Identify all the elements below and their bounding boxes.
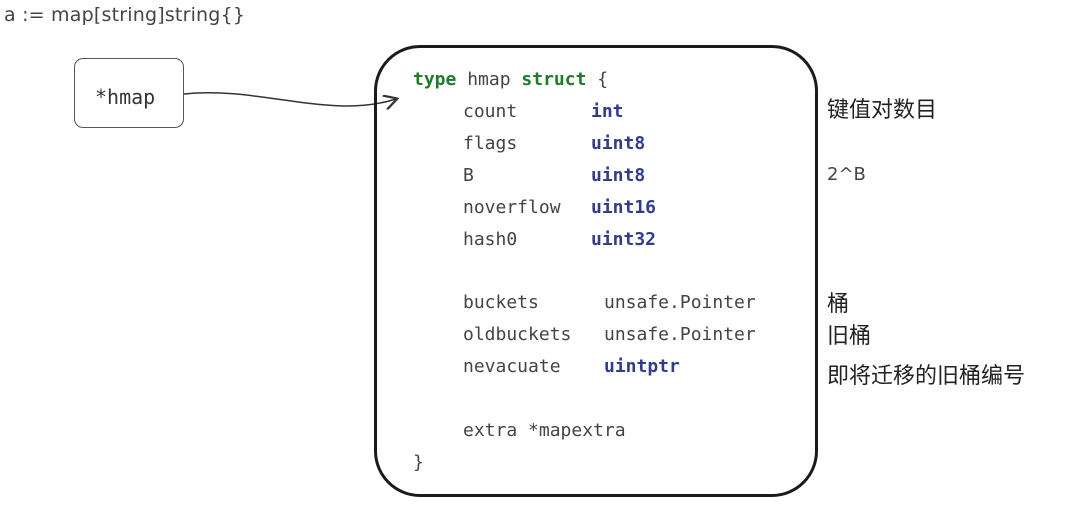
- field-type-flags: uint8: [591, 133, 646, 154]
- field-type-extra: *mapextra: [528, 420, 626, 441]
- annotation-b: 2^B: [827, 164, 866, 185]
- field-name-nevacuate: nevacuate: [463, 356, 561, 377]
- field-name-oldbuckets: oldbuckets: [463, 324, 572, 345]
- field-type-hash0: uint32: [591, 229, 657, 250]
- field-extra: extra *mapextra: [463, 422, 626, 440]
- arrow-curve: [183, 92, 396, 106]
- field-name-extra: extra: [463, 420, 518, 441]
- field-name-count: count: [463, 101, 518, 122]
- annotation-count: 键值对数目: [827, 98, 938, 123]
- field-name-b: B: [463, 165, 474, 186]
- field-type-nevacuate: uintptr: [604, 356, 680, 377]
- struct-header: type hmap struct {: [413, 71, 608, 89]
- field-name-hash0: hash0: [463, 229, 518, 250]
- annotation-nevacuate: 即将迁移的旧桶编号: [827, 364, 1026, 389]
- brace-open: {: [597, 69, 609, 90]
- field-type-count: int: [591, 101, 624, 122]
- struct-keyword: struct: [521, 69, 587, 90]
- struct-name: hmap: [467, 69, 511, 90]
- annotation-buckets: 桶: [827, 292, 850, 317]
- brace-close: }: [413, 452, 424, 473]
- type-keyword: type: [413, 69, 457, 90]
- field-type-oldbuckets: unsafe.Pointer: [604, 324, 756, 345]
- field-name-noverflow: noverflow: [463, 197, 561, 218]
- annotation-oldbuckets: 旧桶: [827, 324, 872, 349]
- field-type-b: uint8: [591, 165, 646, 186]
- field-name-flags: flags: [463, 133, 518, 154]
- field-type-buckets: unsafe.Pointer: [604, 292, 756, 313]
- field-type-noverflow: uint16: [591, 197, 657, 218]
- field-name-buckets: buckets: [463, 292, 539, 313]
